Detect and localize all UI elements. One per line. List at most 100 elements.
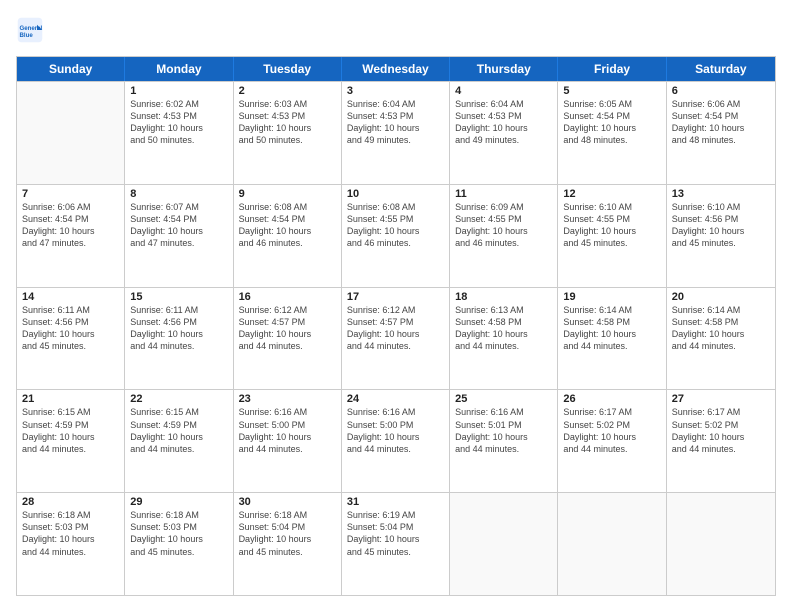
calendar-cell: 26Sunrise: 6:17 AMSunset: 5:02 PMDayligh… bbox=[558, 390, 666, 492]
calendar-header: SundayMondayTuesdayWednesdayThursdayFrid… bbox=[17, 57, 775, 81]
header-day-sunday: Sunday bbox=[17, 57, 125, 81]
calendar-cell: 2Sunrise: 6:03 AMSunset: 4:53 PMDaylight… bbox=[234, 82, 342, 184]
day-info: Sunrise: 6:14 AMSunset: 4:58 PMDaylight:… bbox=[672, 304, 770, 353]
day-number: 24 bbox=[347, 393, 444, 405]
day-number: 19 bbox=[563, 291, 660, 303]
day-info: Sunrise: 6:02 AMSunset: 4:53 PMDaylight:… bbox=[130, 98, 227, 147]
day-info: Sunrise: 6:04 AMSunset: 4:53 PMDaylight:… bbox=[347, 98, 444, 147]
calendar-cell: 18Sunrise: 6:13 AMSunset: 4:58 PMDayligh… bbox=[450, 288, 558, 390]
calendar-cell: 6Sunrise: 6:06 AMSunset: 4:54 PMDaylight… bbox=[667, 82, 775, 184]
calendar-row-0: 1Sunrise: 6:02 AMSunset: 4:53 PMDaylight… bbox=[17, 81, 775, 184]
day-number: 11 bbox=[455, 188, 552, 200]
header-day-saturday: Saturday bbox=[667, 57, 775, 81]
day-number: 17 bbox=[347, 291, 444, 303]
page: General Blue SundayMondayTuesdayWednesda… bbox=[0, 0, 792, 612]
day-number: 21 bbox=[22, 393, 119, 405]
day-number: 27 bbox=[672, 393, 770, 405]
calendar-row-2: 14Sunrise: 6:11 AMSunset: 4:56 PMDayligh… bbox=[17, 287, 775, 390]
calendar-cell: 3Sunrise: 6:04 AMSunset: 4:53 PMDaylight… bbox=[342, 82, 450, 184]
day-info: Sunrise: 6:08 AMSunset: 4:55 PMDaylight:… bbox=[347, 201, 444, 250]
day-info: Sunrise: 6:16 AMSunset: 5:00 PMDaylight:… bbox=[347, 406, 444, 455]
day-info: Sunrise: 6:18 AMSunset: 5:03 PMDaylight:… bbox=[22, 509, 119, 558]
logo-icon: General Blue bbox=[16, 16, 44, 44]
calendar: SundayMondayTuesdayWednesdayThursdayFrid… bbox=[16, 56, 776, 596]
day-info: Sunrise: 6:13 AMSunset: 4:58 PMDaylight:… bbox=[455, 304, 552, 353]
day-info: Sunrise: 6:18 AMSunset: 5:04 PMDaylight:… bbox=[239, 509, 336, 558]
day-info: Sunrise: 6:16 AMSunset: 5:00 PMDaylight:… bbox=[239, 406, 336, 455]
calendar-cell: 20Sunrise: 6:14 AMSunset: 4:58 PMDayligh… bbox=[667, 288, 775, 390]
calendar-cell: 12Sunrise: 6:10 AMSunset: 4:55 PMDayligh… bbox=[558, 185, 666, 287]
day-number: 4 bbox=[455, 85, 552, 97]
calendar-row-3: 21 Sunrise: 6:15 AMSunset: 4:59 PMDayligh… bbox=[17, 389, 775, 492]
day-number: 5 bbox=[563, 85, 660, 97]
header-day-monday: Monday bbox=[125, 57, 233, 81]
calendar-cell bbox=[450, 493, 558, 595]
day-info: Sunrise: 6:08 AMSunset: 4:54 PMDaylight:… bbox=[239, 201, 336, 250]
day-info: Sunrise: 6:18 AMSunset: 5:03 PMDaylight:… bbox=[130, 509, 227, 558]
day-info: Sunrise: 6:04 AMSunset: 4:53 PMDaylight:… bbox=[455, 98, 552, 147]
day-info: Sunrise: 6:10 AMSunset: 4:55 PMDaylight:… bbox=[563, 201, 660, 250]
calendar-cell bbox=[667, 493, 775, 595]
day-info: Sunrise: 6:07 AMSunset: 4:54 PMDaylight:… bbox=[130, 201, 227, 250]
day-number: 2 bbox=[239, 85, 336, 97]
day-info: Sunrise: 6:16 AMSunset: 5:01 PMDaylight:… bbox=[455, 406, 552, 455]
day-number: 10 bbox=[347, 188, 444, 200]
calendar-row-1: 7Sunrise: 6:06 AMSunset: 4:54 PMDaylight… bbox=[17, 184, 775, 287]
calendar-cell bbox=[558, 493, 666, 595]
day-info: Sunrise: 6:05 AMSunset: 4:54 PMDaylight:… bbox=[563, 98, 660, 147]
calendar-cell: 31Sunrise: 6:19 AMSunset: 5:04 PMDayligh… bbox=[342, 493, 450, 595]
day-number: 3 bbox=[347, 85, 444, 97]
calendar-cell: 17Sunrise: 6:12 AMSunset: 4:57 PMDayligh… bbox=[342, 288, 450, 390]
day-info: Sunrise: 6:17 AMSunset: 5:02 PMDaylight:… bbox=[563, 406, 660, 455]
day-number: 30 bbox=[239, 496, 336, 508]
day-info: Sunrise: 6:14 AMSunset: 4:58 PMDaylight:… bbox=[563, 304, 660, 353]
calendar-cell: 11Sunrise: 6:09 AMSunset: 4:55 PMDayligh… bbox=[450, 185, 558, 287]
calendar-cell: 4Sunrise: 6:04 AMSunset: 4:53 PMDaylight… bbox=[450, 82, 558, 184]
calendar-cell bbox=[17, 82, 125, 184]
calendar-cell: 21Sunrise: 6:15 AMSunset: 4:59 PMDayligh… bbox=[17, 390, 125, 492]
day-number: 6 bbox=[672, 85, 770, 97]
day-number: 16 bbox=[239, 291, 336, 303]
calendar-cell: 8Sunrise: 6:07 AMSunset: 4:54 PMDaylight… bbox=[125, 185, 233, 287]
calendar-cell: 5Sunrise: 6:05 AMSunset: 4:54 PMDaylight… bbox=[558, 82, 666, 184]
calendar-cell: 27Sunrise: 6:17 AMSunset: 5:02 PMDayligh… bbox=[667, 390, 775, 492]
calendar-body: 1Sunrise: 6:02 AMSunset: 4:53 PMDaylight… bbox=[17, 81, 775, 595]
day-number: 25 bbox=[455, 393, 552, 405]
logo: General Blue bbox=[16, 16, 48, 44]
header-day-friday: Friday bbox=[558, 57, 666, 81]
day-number: 1 bbox=[130, 85, 227, 97]
header-day-tuesday: Tuesday bbox=[234, 57, 342, 81]
day-number: 13 bbox=[672, 188, 770, 200]
calendar-cell: 13Sunrise: 6:10 AMSunset: 4:56 PMDayligh… bbox=[667, 185, 775, 287]
calendar-cell: 16Sunrise: 6:12 AMSunset: 4:57 PMDayligh… bbox=[234, 288, 342, 390]
day-info: Sunrise: 6:11 AMSunset: 4:56 PMDaylight:… bbox=[22, 304, 119, 353]
day-info: Sunrise: 6:06 AMSunset: 4:54 PMDaylight:… bbox=[22, 201, 119, 250]
day-info: Sunrise: 6:19 AMSunset: 5:04 PMDaylight:… bbox=[347, 509, 444, 558]
svg-text:Blue: Blue bbox=[20, 32, 34, 39]
day-number: 29 bbox=[130, 496, 227, 508]
day-number: 14 bbox=[22, 291, 119, 303]
day-info: Sunrise: 6:17 AMSunset: 5:02 PMDaylight:… bbox=[672, 406, 770, 455]
day-info: Sunrise: 6:10 AMSunset: 4:56 PMDaylight:… bbox=[672, 201, 770, 250]
day-number: 9 bbox=[239, 188, 336, 200]
calendar-cell: 10Sunrise: 6:08 AMSunset: 4:55 PMDayligh… bbox=[342, 185, 450, 287]
calendar-cell: 14Sunrise: 6:11 AMSunset: 4:56 PMDayligh… bbox=[17, 288, 125, 390]
calendar-cell: 15Sunrise: 6:11 AMSunset: 4:56 PMDayligh… bbox=[125, 288, 233, 390]
day-info: Sunrise: 6:15 AMSunset: 4:59 PMDaylight:… bbox=[130, 406, 227, 455]
day-number: 7 bbox=[22, 188, 119, 200]
day-number: 22 bbox=[130, 393, 227, 405]
calendar-cell: 25Sunrise: 6:16 AMSunset: 5:01 PMDayligh… bbox=[450, 390, 558, 492]
calendar-cell: 19Sunrise: 6:14 AMSunset: 4:58 PMDayligh… bbox=[558, 288, 666, 390]
calendar-cell: 1Sunrise: 6:02 AMSunset: 4:53 PMDaylight… bbox=[125, 82, 233, 184]
calendar-cell: 28Sunrise: 6:18 AMSunset: 5:03 PMDayligh… bbox=[17, 493, 125, 595]
day-number: 23 bbox=[239, 393, 336, 405]
day-info: Sunrise: 6:12 AMSunset: 4:57 PMDaylight:… bbox=[347, 304, 444, 353]
calendar-cell: 7Sunrise: 6:06 AMSunset: 4:54 PMDaylight… bbox=[17, 185, 125, 287]
day-info: Sunrise: 6:03 AMSunset: 4:53 PMDaylight:… bbox=[239, 98, 336, 147]
day-number: 31 bbox=[347, 496, 444, 508]
day-number: 26 bbox=[563, 393, 660, 405]
day-number: 18 bbox=[455, 291, 552, 303]
day-info: Sunrise: 6:06 AMSunset: 4:54 PMDaylight:… bbox=[672, 98, 770, 147]
calendar-cell: 30Sunrise: 6:18 AMSunset: 5:04 PMDayligh… bbox=[234, 493, 342, 595]
calendar-cell: 22Sunrise: 6:15 AMSunset: 4:59 PMDayligh… bbox=[125, 390, 233, 492]
